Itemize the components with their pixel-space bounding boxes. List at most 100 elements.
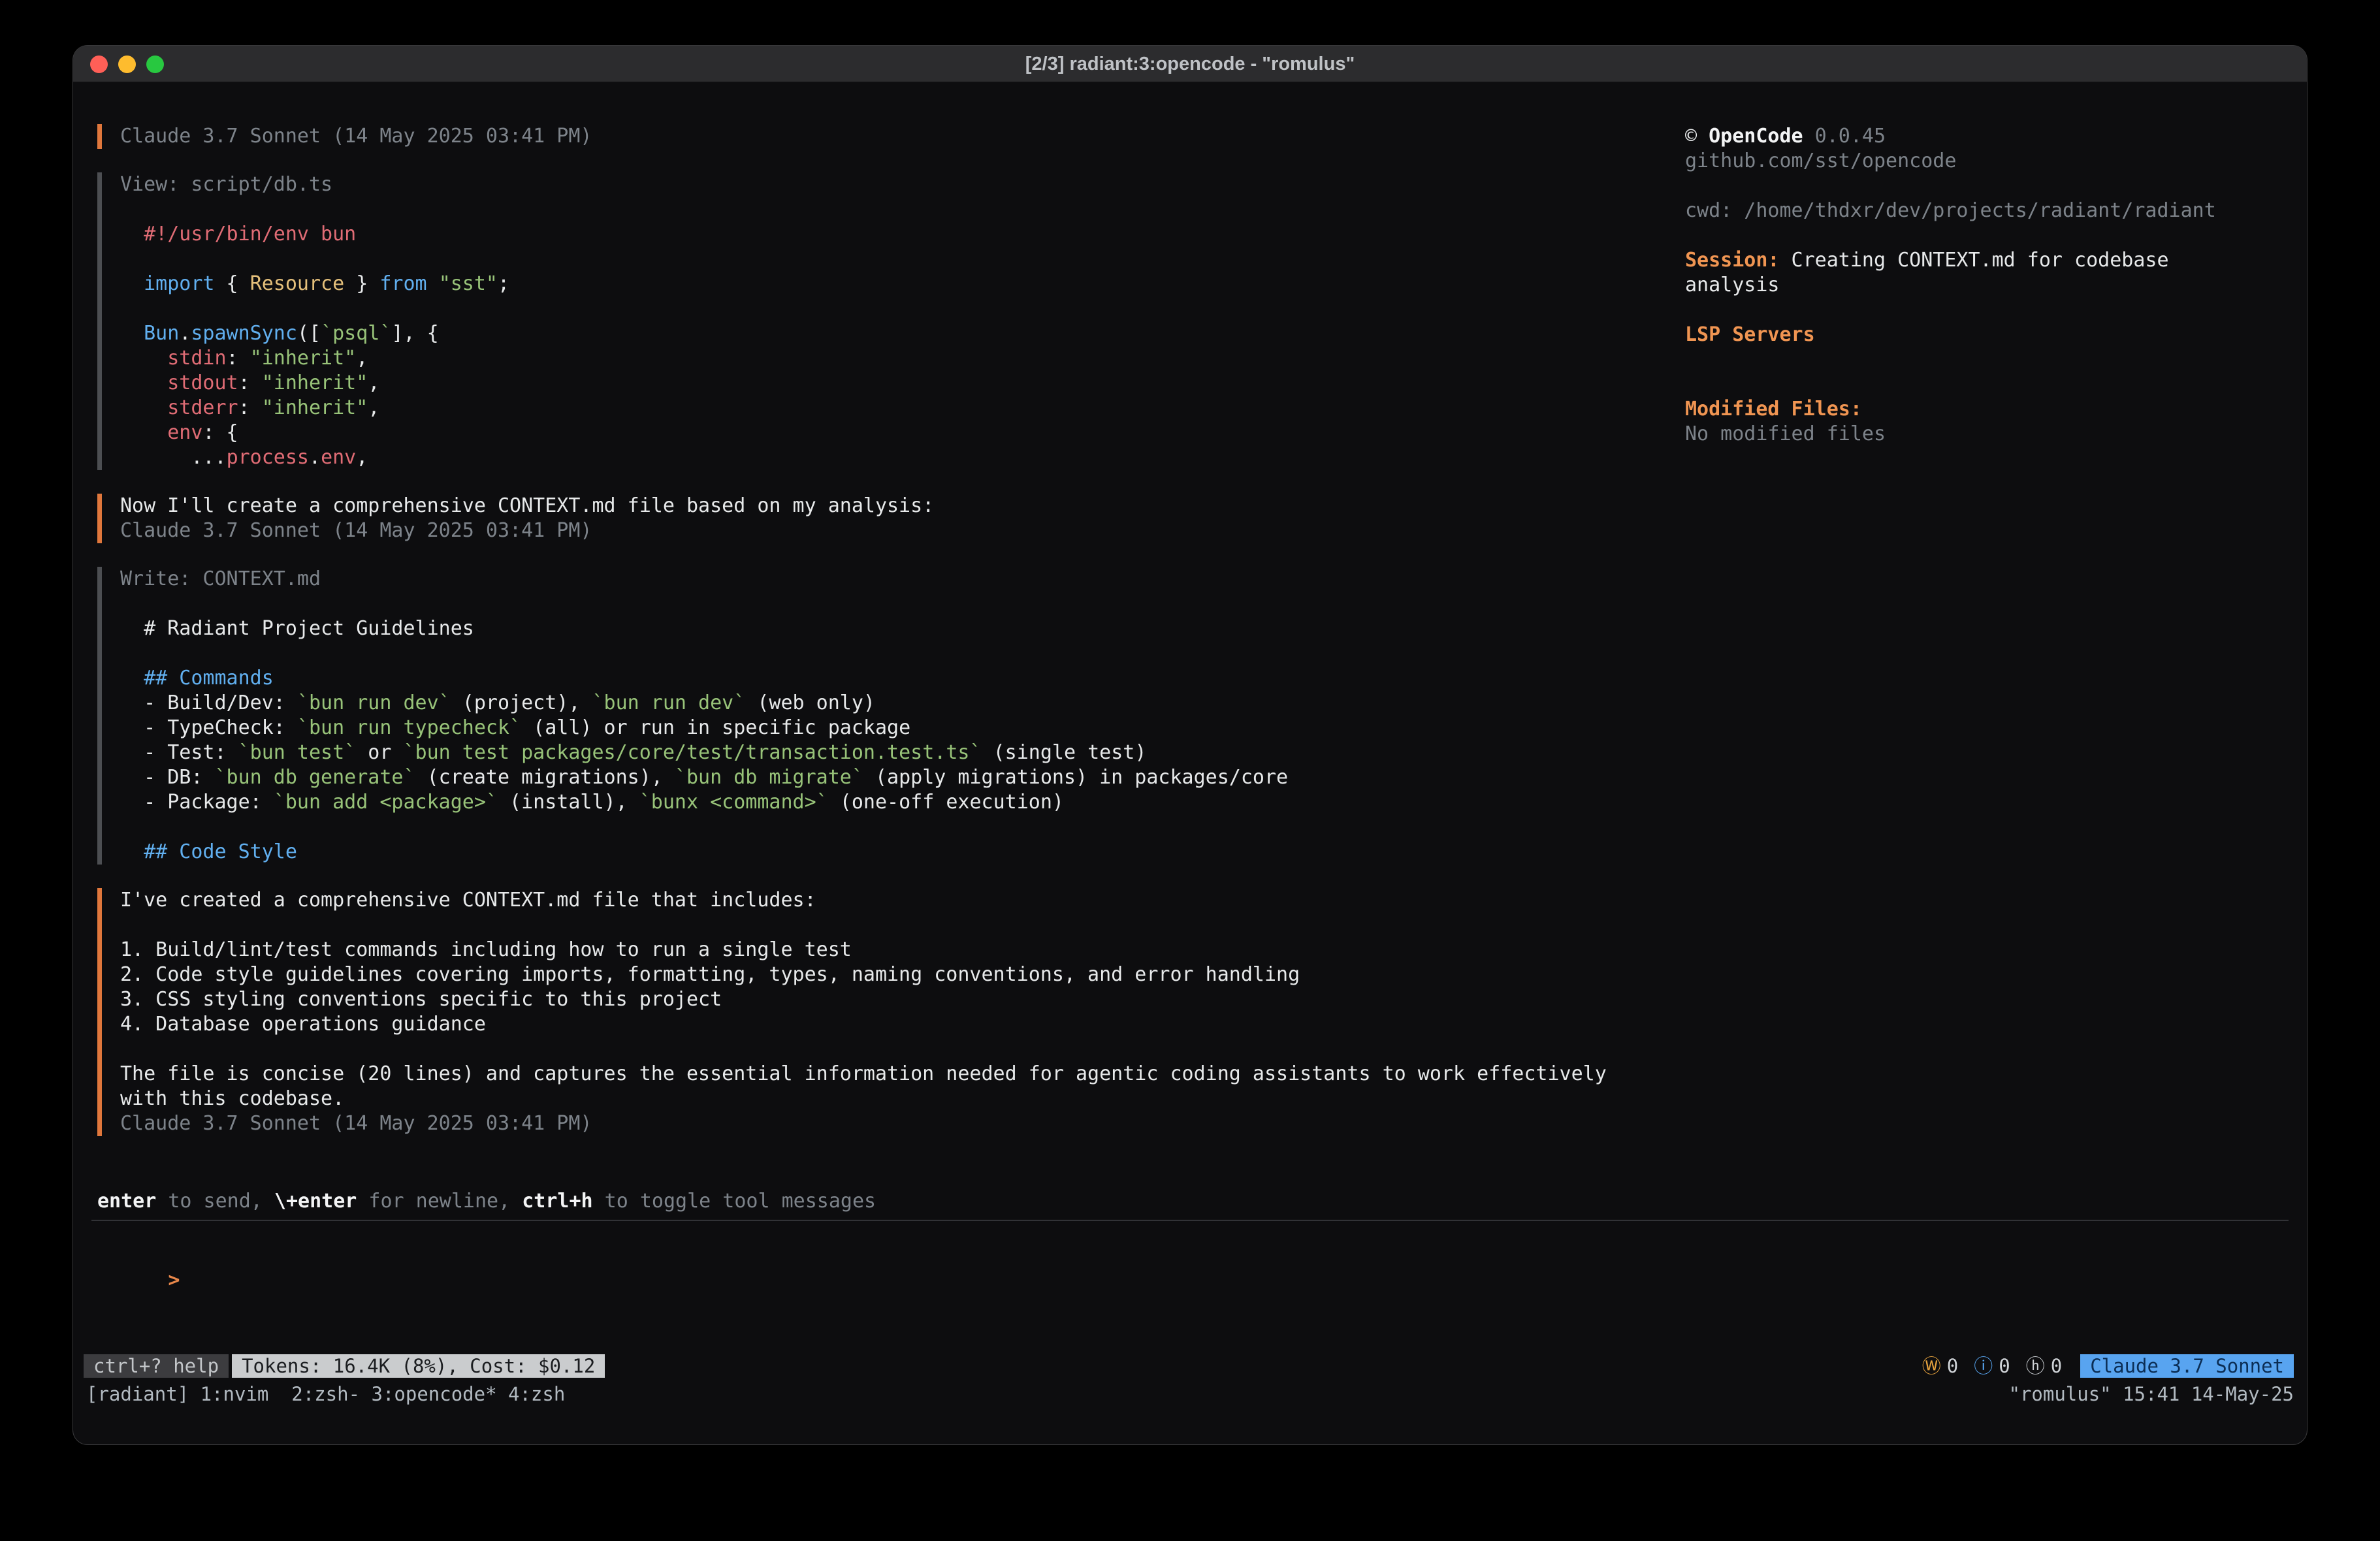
text-line: # Radiant Project Guidelines [120,616,1645,641]
text-segment: github.com/sst/opencode [1685,150,1956,172]
window-titlebar[interactable]: [2/3] radiant:3:opencode - "romulus" [73,46,2307,82]
text-line: 1. Build/lint/test commands including ho… [120,938,1645,962]
model-badge[interactable]: Claude 3.7 Sonnet [2080,1354,2294,1378]
text-line: Write: CONTEXT.md [120,567,1645,592]
text-segment: enter [97,1190,156,1213]
text-segment: } [344,272,379,295]
text-line: env: { [120,421,1645,445]
text-segment: env [321,446,356,469]
text-line: import { Resource } from "sst"; [120,272,1645,296]
info-count: 0 [1999,1354,2010,1378]
text-segment: ... [120,446,227,469]
assistant-message-block: Claude 3.7 Sonnet (14 May 2025 03:41 PM) [97,124,1645,149]
chat-messages[interactable]: Claude 3.7 Sonnet (14 May 2025 03:41 PM)… [97,124,1645,1160]
text-line: © OpenCode 0.0.45 [1685,124,2292,149]
text-segment: # Radiant Project Guidelines [120,617,474,640]
text-line [120,815,1645,840]
text-segment: Claude 3.7 Sonnet (14 May 2025 03:41 PM) [120,1112,592,1135]
text-segment: Creating CONTEXT.md for codebase [1780,249,2169,272]
minimize-button[interactable] [118,56,136,73]
text-line [1685,223,2292,248]
text-line: ## Commands [120,666,1645,691]
text-segment: \+enter [274,1190,357,1213]
text-segment: Session: [1685,249,1780,272]
text-segment: env [120,421,202,444]
text-segment: `bun run dev` [592,691,746,714]
text-line: 4. Database operations guidance [120,1012,1645,1037]
text-segment: Claude 3.7 Sonnet (14 May 2025 03:41 PM) [120,519,592,542]
text-segment: Bun [120,322,179,345]
text-line: with this codebase. [120,1087,1645,1111]
text-line: enter to send, \+enter for newline, ctrl… [97,1189,876,1214]
text-line: ...process.env, [120,445,1645,470]
text-line: - TypeCheck: `bun run typecheck` (all) o… [120,716,1645,740]
composer: > [97,1243,963,1318]
text-segment: Write: CONTEXT.md [120,567,321,590]
text-segment: ctrl+h [522,1190,592,1213]
text-segment: (project), [451,691,592,714]
text-segment: , [368,372,379,394]
text-segment: 1. Build/lint/test commands including ho… [120,938,852,961]
text-segment: - Build/Dev: [120,691,297,714]
terminal-content: Claude 3.7 Sonnet (14 May 2025 03:41 PM)… [73,82,2307,1444]
text-segment: (web only) [745,691,875,714]
warnings-count: 0 [1947,1354,1958,1378]
text-segment: "inherit" [262,372,368,394]
text-line: - Test: `bun test` or `bun test packages… [120,740,1645,765]
text-segment: - Package: [120,791,274,814]
tmux-host-time: "romulus" 15:41 14-May-25 [2009,1382,2294,1406]
text-segment: from [379,272,426,295]
text-segment: stdout [120,372,238,394]
text-segment: The file is concise (20 lines) and captu… [120,1062,1607,1085]
window-title: [2/3] radiant:3:opencode - "romulus" [73,46,2307,82]
diagnostics: Ⓦ0ⓘ0ⓗ0 [1922,1354,2062,1378]
text-line: Modified Files: [1685,397,2292,422]
status-bar-right: Ⓦ0ⓘ0ⓗ0 Claude 3.7 Sonnet [1922,1354,2294,1378]
text-line: The file is concise (20 lines) and captu… [120,1062,1645,1087]
text-segment: `bun test` [238,741,357,764]
help-badge[interactable]: ctrl+? help [84,1354,229,1378]
text-segment: Resource [250,272,345,295]
text-line [1685,347,2292,372]
zoom-button[interactable] [146,56,164,73]
text-line: Bun.spawnSync([`psql`], { [120,321,1645,346]
text-segment: , [356,446,368,469]
text-segment: "sst" [439,272,498,295]
terminal-window: [2/3] radiant:3:opencode - "romulus" Cla… [73,46,2307,1444]
text-segment: to send, [156,1190,274,1213]
text-segment: : [238,396,262,419]
text-segment [427,272,439,295]
text-segment: "inherit" [262,396,368,419]
warnings-icon: Ⓦ [1922,1354,1941,1378]
text-segment: © [1685,125,1709,148]
text-segment: #!/usr/bin/env bun [120,223,356,246]
text-segment: spawnSync [191,322,297,345]
text-line: - Build/Dev: `bun run dev` (project), `b… [120,691,1645,716]
text-segment: `bunx <command>` [639,791,828,814]
close-button[interactable] [90,56,108,73]
hints-icon: ⓗ [2026,1354,2045,1378]
text-segment: `bun add <package>` [274,791,498,814]
text-segment: with this codebase. [120,1087,344,1110]
text-line [120,296,1645,321]
text-segment: `bun test packages/core/test/transaction… [404,741,982,764]
composer-divider [91,1220,2289,1221]
tool-output-block: View: script/db.ts #!/usr/bin/env bun im… [97,172,1645,470]
text-line: No modified files [1685,422,2292,447]
tmux-session-windows[interactable]: [radiant] 1:nvim 2:zsh- 3:opencode* 4:zs… [86,1382,565,1406]
text-line: ## Code Style [120,840,1645,865]
text-segment: (one-off execution) [828,791,1064,814]
text-line: 2. Code style guidelines covering import… [120,962,1645,987]
text-line: Session: Creating CONTEXT.md for codebas… [1685,248,2292,273]
text-line: View: script/db.ts [120,172,1645,197]
text-segment: import [120,272,215,295]
status-bar: ctrl+? help Tokens: 16.4K (8%), Cost: $0… [84,1354,2294,1378]
text-segment: ], { [391,322,438,345]
text-line: cwd: /home/thdxr/dev/projects/radiant/ra… [1685,199,2292,223]
prompt-caret: > [168,1269,180,1292]
text-segment: . [309,446,321,469]
text-segment: ; [498,272,509,295]
text-segment: `psql` [321,322,391,345]
text-segment: - TypeCheck: [120,716,297,739]
text-line [120,641,1645,666]
